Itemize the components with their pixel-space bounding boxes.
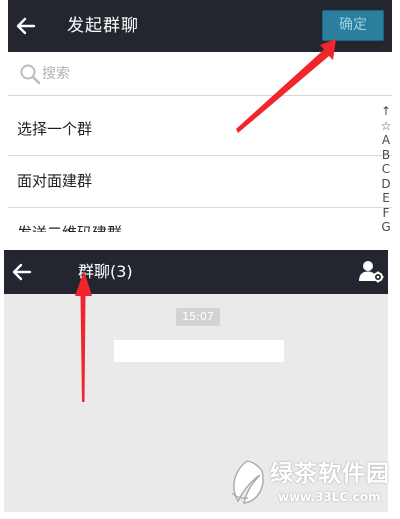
search-input[interactable] [42,64,322,84]
index-letter[interactable]: A [380,133,392,148]
chat-title: 群聊(3) [78,262,133,281]
search-bar [8,52,392,96]
back-arrow-icon[interactable] [10,260,34,284]
back-arrow-icon[interactable] [14,14,38,38]
start-group-chat-screen: 发起群聊 确定 选择一个群 面对面建群 发送二维码建群 ↑ ☆ A B C D … [8,0,392,232]
index-letter[interactable]: G [380,220,392,232]
index-letter[interactable]: C [380,162,392,177]
index-letter[interactable]: ☆ [380,119,392,134]
index-letter[interactable]: D [380,177,392,192]
list-item-select-group[interactable]: 选择一个群 [8,104,392,156]
leaf-logo-icon [231,460,264,504]
list-item-label: 面对面建群 [17,172,93,190]
confirm-button[interactable]: 确定 [322,10,384,41]
screenshot-composite: 发起群聊 确定 选择一个群 面对面建群 发送二维码建群 ↑ ☆ A B C D … [0,0,400,519]
watermark-url: www.33LC.com [278,490,381,504]
chat-app-bar: 群聊(3) [4,250,388,294]
search-icon [20,64,41,85]
list-item-label: 选择一个群 [17,120,93,138]
watermark: 绿茶软件园 www.33LC.com [222,455,400,515]
alphabet-index-bar[interactable]: ↑ ☆ A B C D E F G [380,104,392,232]
page-title: 发起群聊 [67,16,139,36]
list-item-qr-code[interactable]: 发送二维码建群 [8,208,392,232]
list-item-face-to-face[interactable]: 面对面建群 [8,156,392,208]
system-notice-bubble [114,340,284,362]
index-letter[interactable]: E [380,191,392,206]
top-app-bar: 发起群聊 确定 [8,0,392,52]
index-letter[interactable]: ↑ [380,104,392,119]
group-settings-icon[interactable] [358,258,384,284]
list-item-label: 发送二维码建群 [17,222,122,232]
index-letter[interactable]: F [380,206,392,221]
watermark-name: 绿茶软件园 [270,461,390,487]
index-letter[interactable]: B [380,148,392,163]
message-timestamp: 15:07 [176,308,220,326]
